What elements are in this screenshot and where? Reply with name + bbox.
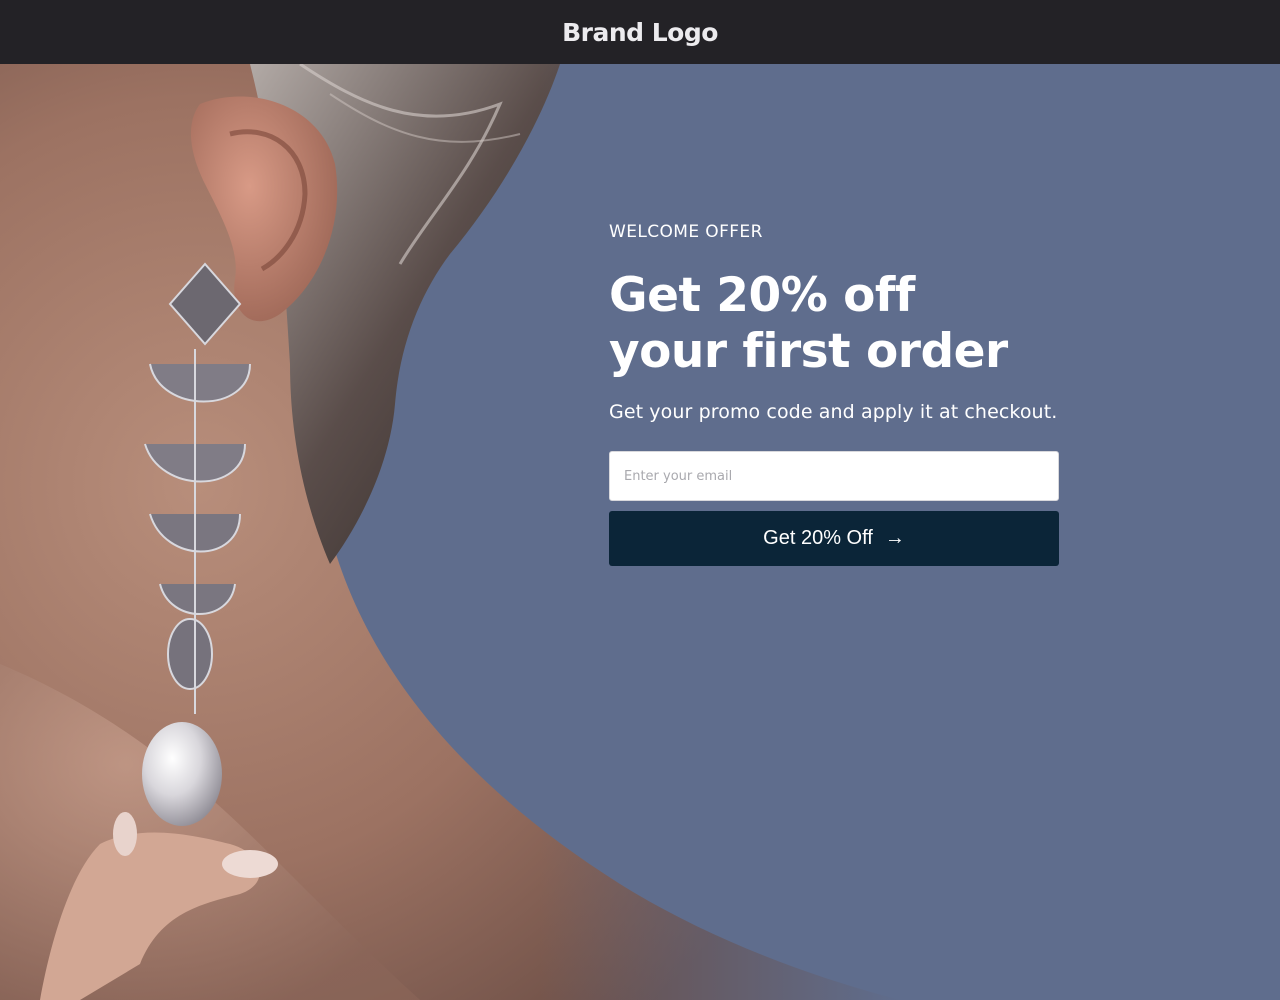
top-bar: Brand Logo bbox=[0, 0, 1280, 64]
signup-page: Brand Logo WELCOME OFFER Get 20% off you… bbox=[0, 0, 1280, 1000]
subtitle: Get your promo code and apply it at chec… bbox=[609, 401, 1058, 423]
headline-line-2: your first order bbox=[609, 324, 1008, 379]
submit-button-label: Get 20% Off bbox=[763, 527, 873, 549]
eyebrow-label: WELCOME OFFER bbox=[609, 222, 763, 242]
headline-line-1: Get 20% off bbox=[609, 268, 915, 323]
submit-button[interactable]: Get 20% Off → bbox=[609, 511, 1059, 566]
arrow-right-icon: → bbox=[884, 527, 905, 549]
hero-section: WELCOME OFFER Get 20% off your first ord… bbox=[0, 64, 1280, 1000]
brand-logo[interactable]: Brand Logo bbox=[562, 18, 718, 47]
headline: Get 20% off your first order bbox=[609, 268, 1079, 380]
email-input[interactable] bbox=[609, 451, 1059, 501]
